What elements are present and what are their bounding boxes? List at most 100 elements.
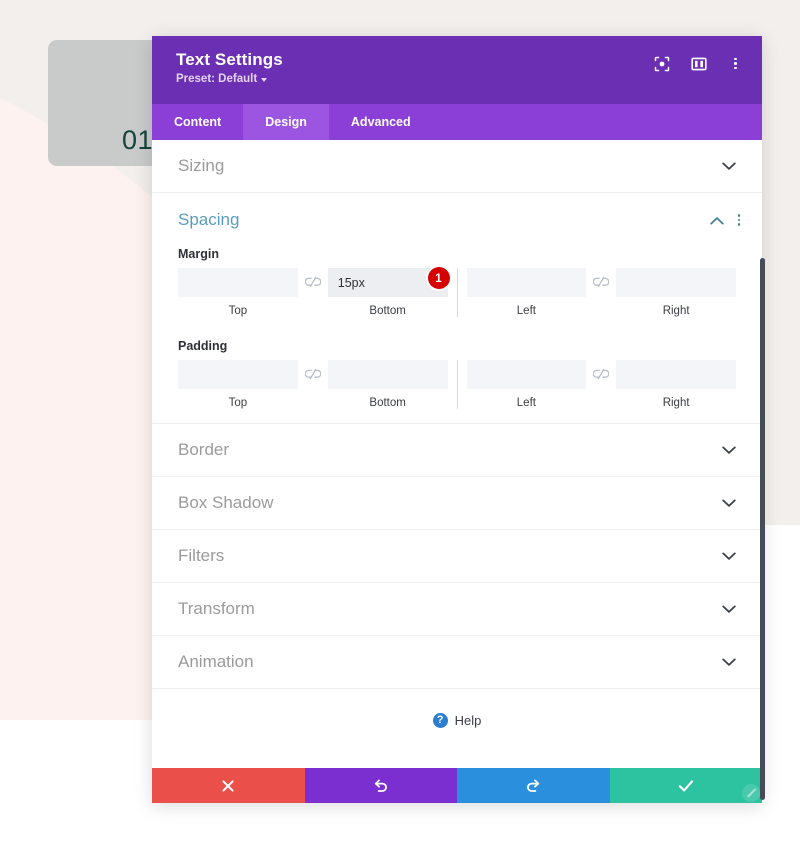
modal-scrollbar-track[interactable] (760, 258, 765, 800)
padding-top-bottom-link-icon[interactable] (298, 360, 328, 389)
padding-inputs-row: Top Bottom Left Right (178, 360, 736, 409)
padding-top-bottom-pair: Top Bottom (178, 360, 448, 409)
padding-bottom-input[interactable] (327, 360, 448, 389)
padding-group-divider (456, 360, 458, 409)
columns-layout-icon[interactable] (690, 55, 707, 72)
section-sizing[interactable]: Sizing (152, 140, 762, 193)
margin-left-caption: Left (516, 305, 536, 317)
status-badge: 1 (427, 267, 450, 289)
margin-bottom-cell: 1 Bottom (327, 267, 450, 317)
margin-top-bottom-pair: Top 15px 1 Bottom (178, 267, 450, 317)
more-options-dots (734, 57, 737, 70)
section-animation-label: Animation (178, 652, 254, 671)
padding-left-input[interactable] (466, 360, 587, 389)
margin-left-cell: Left (466, 268, 587, 317)
help-bar: ? Help (152, 689, 762, 751)
preset-label: Preset: Default (176, 73, 258, 85)
margin-top-bottom-link-icon[interactable] (298, 268, 328, 297)
margin-group-divider (456, 268, 458, 317)
padding-left-right-link-icon[interactable] (586, 360, 616, 389)
redo-button[interactable] (457, 768, 610, 803)
chevron-down-icon (722, 444, 736, 457)
modal-tabs: Content Design Advanced (152, 104, 762, 140)
modal-header: Text Settings Preset: Default (152, 36, 762, 104)
section-spacing-header[interactable]: Spacing (152, 193, 762, 247)
tab-advanced[interactable]: Advanced (329, 104, 433, 140)
save-button[interactable] (609, 768, 762, 803)
close-button[interactable] (152, 768, 305, 803)
padding-right-cell: Right (616, 360, 736, 409)
margin-top-cell: Top (178, 268, 298, 317)
background-preview-card: 01 (48, 40, 161, 166)
section-spacing-label: Spacing (178, 210, 240, 229)
padding-left-right-pair: Left Right (466, 360, 736, 409)
padding-left-caption: Left (516, 397, 536, 409)
margin-inputs-row: Top 15px 1 Bottom Left Right (178, 267, 736, 317)
section-box-shadow[interactable]: Box Shadow (152, 477, 762, 530)
help-link[interactable]: Help (455, 713, 482, 728)
modal-body: Sizing Spacing Margin Top 15px 1 Bottom … (152, 140, 762, 768)
margin-right-cell: Right (616, 268, 736, 317)
modal-title: Text Settings (176, 50, 283, 69)
section-options-dots-icon[interactable] (737, 214, 740, 226)
text-settings-modal: Text Settings Preset: Default Content De… (152, 36, 762, 803)
section-box-shadow-label: Box Shadow (178, 493, 274, 512)
chevron-down-icon (722, 603, 736, 616)
undo-icon (373, 778, 389, 794)
redo-icon (525, 778, 541, 794)
padding-bottom-cell: Bottom (327, 360, 448, 409)
padding-top-caption: Top (228, 397, 248, 409)
chevron-up-icon[interactable] (709, 214, 724, 227)
padding-field-group: Padding Top Bottom Left Right (152, 339, 762, 409)
margin-right-caption: Right (662, 305, 690, 317)
tab-design[interactable]: Design (243, 104, 329, 140)
margin-top-input[interactable] (178, 268, 298, 297)
chevron-down-icon (722, 497, 736, 510)
modal-header-icons (653, 55, 744, 72)
padding-right-caption: Right (662, 397, 690, 409)
vertical-dots-icon[interactable] (727, 55, 744, 72)
section-spacing: Spacing Margin Top 15px 1 Bottom Left Ri… (152, 193, 762, 424)
margin-label: Margin (178, 247, 219, 261)
padding-left-cell: Left (466, 360, 587, 409)
undo-button[interactable] (304, 768, 457, 803)
margin-left-right-link-icon[interactable] (586, 268, 616, 297)
tab-content[interactable]: Content (152, 104, 243, 140)
margin-left-right-pair: Left Right (466, 268, 736, 317)
section-filters[interactable]: Filters (152, 530, 762, 583)
padding-bottom-caption: Bottom (369, 397, 406, 409)
padding-label: Padding (178, 339, 228, 353)
section-border[interactable]: Border (152, 424, 762, 477)
padding-top-input[interactable] (178, 360, 298, 389)
modal-action-bar (152, 768, 762, 803)
section-transform-label: Transform (178, 599, 255, 618)
focus-target-icon[interactable] (653, 55, 670, 72)
section-border-label: Border (178, 440, 230, 459)
modal-header-titles: Text Settings Preset: Default (176, 50, 283, 85)
chevron-down-icon (722, 656, 736, 669)
margin-field-group: Margin Top 15px 1 Bottom Left Right (152, 247, 762, 317)
cross-icon (221, 779, 235, 793)
chevron-down-icon (722, 550, 736, 563)
section-animation[interactable]: Animation (152, 636, 762, 689)
section-spacing-controls (709, 214, 740, 227)
margin-left-input[interactable] (466, 268, 587, 297)
help-icon[interactable]: ? (432, 712, 448, 728)
screen-root: 01 Text Settings Preset: Default Content… (0, 0, 800, 843)
margin-bottom-caption: Bottom (369, 305, 406, 317)
preset-selector[interactable]: Preset: Default (176, 73, 283, 85)
padding-right-input[interactable] (616, 360, 736, 389)
section-transform[interactable]: Transform (152, 583, 762, 636)
checkmark-icon (678, 779, 694, 793)
section-sizing-label: Sizing (178, 156, 225, 175)
section-filters-label: Filters (178, 546, 225, 565)
padding-top-cell: Top (178, 360, 298, 409)
margin-right-input[interactable] (616, 268, 736, 297)
chevron-down-icon (261, 78, 268, 82)
background-card-number: 01 (121, 125, 153, 155)
margin-top-caption: Top (228, 305, 248, 317)
chevron-down-icon (722, 160, 736, 173)
resize-handle[interactable] (742, 784, 760, 802)
modal-scrollbar-thumb[interactable] (760, 258, 765, 800)
